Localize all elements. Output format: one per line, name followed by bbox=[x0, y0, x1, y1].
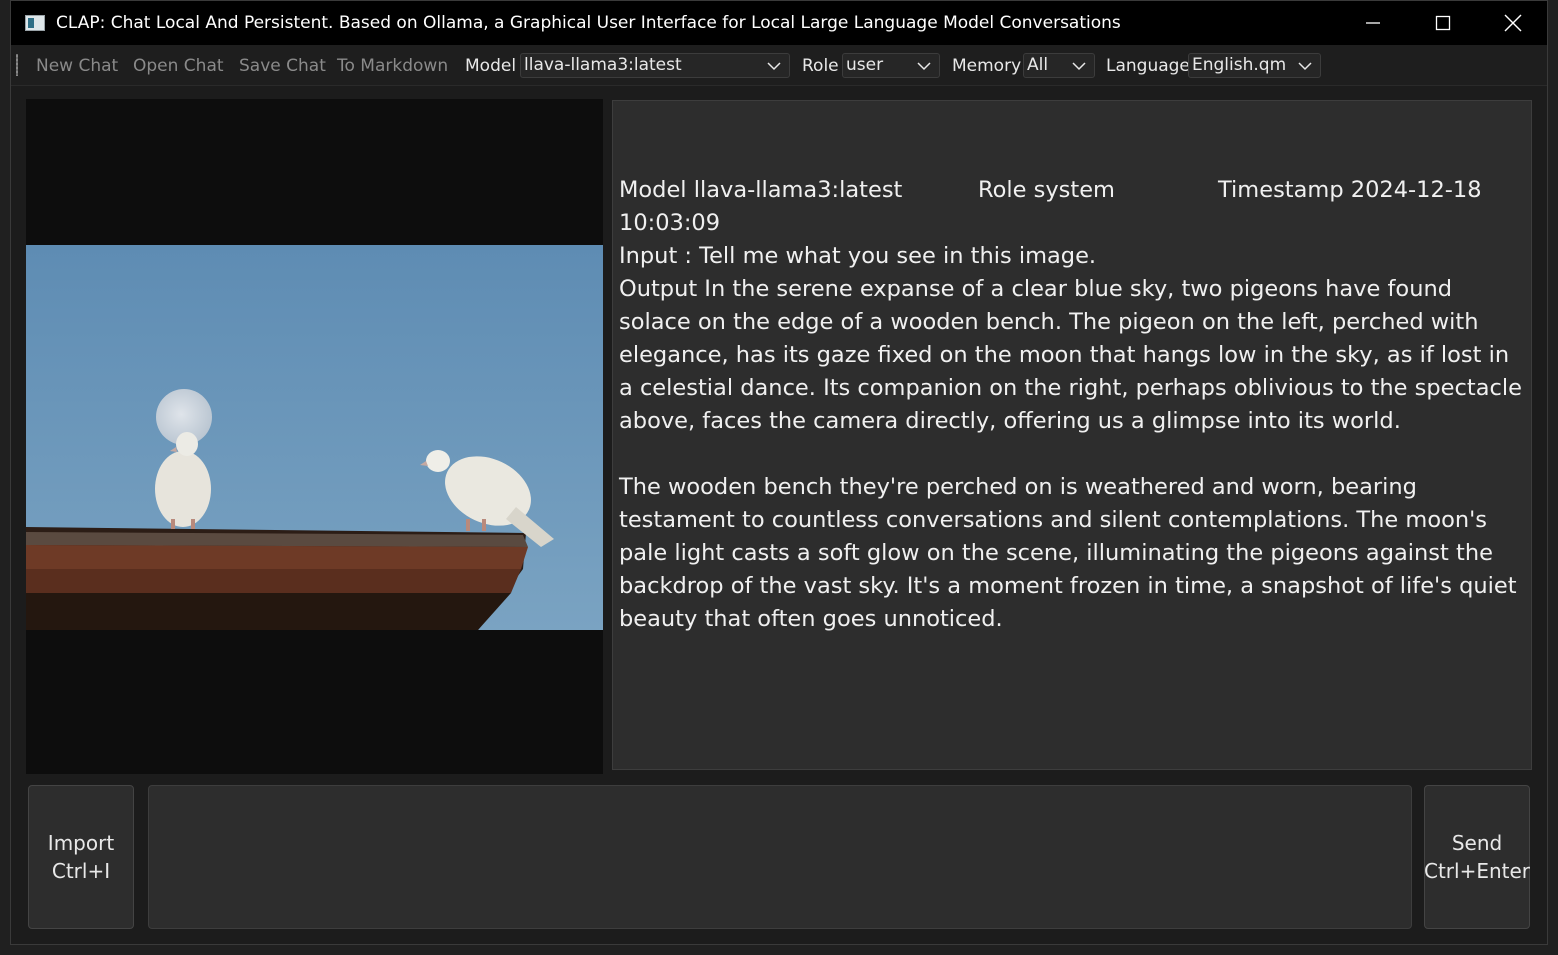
save-chat-button[interactable]: Save Chat bbox=[239, 56, 326, 76]
memory-label: Memory bbox=[952, 56, 1022, 76]
pigeons-photo bbox=[26, 245, 603, 630]
minimize-button[interactable] bbox=[1338, 1, 1408, 45]
import-button-label: Import bbox=[47, 831, 115, 855]
import-button[interactable]: Import Ctrl+I bbox=[28, 785, 134, 929]
message-input: Input : Tell me what you see in this ima… bbox=[619, 243, 1097, 269]
chevron-down-icon bbox=[767, 62, 781, 71]
chevron-down-icon bbox=[1072, 62, 1086, 71]
close-button[interactable] bbox=[1478, 1, 1548, 45]
message-input-field[interactable] bbox=[148, 785, 1412, 929]
send-button[interactable]: Send Ctrl+Enter bbox=[1424, 785, 1530, 929]
send-button-label: Send bbox=[1451, 831, 1503, 855]
new-chat-button[interactable]: New Chat bbox=[36, 56, 118, 76]
app-icon bbox=[25, 15, 45, 31]
message-timestamp-time: 10:03:09 bbox=[619, 210, 721, 236]
model-select-value: llava-llama3:latest bbox=[524, 55, 682, 75]
minimize-icon bbox=[1366, 22, 1380, 24]
chevron-down-icon bbox=[1298, 62, 1312, 71]
app-window: CLAP: Chat Local And Persistent. Based o… bbox=[10, 0, 1548, 945]
message-output-paragraph: The wooden bench they're perched on is w… bbox=[619, 474, 1517, 632]
image-preview-pane bbox=[26, 99, 603, 774]
role-select[interactable]: user bbox=[842, 53, 940, 78]
window-title: CLAP: Chat Local And Persistent. Based o… bbox=[56, 13, 1121, 33]
chat-output-pane[interactable]: Model llava-llama3:latest Role system Ti… bbox=[612, 100, 1532, 770]
chat-transcript: Model llava-llama3:latest Role system Ti… bbox=[619, 174, 1524, 636]
message-timestamp: Timestamp 2024-12-18 bbox=[1218, 177, 1482, 203]
maximize-button[interactable] bbox=[1408, 1, 1478, 45]
language-label: Language bbox=[1106, 56, 1190, 76]
role-select-value: user bbox=[846, 55, 884, 75]
role-label: Role bbox=[802, 56, 839, 76]
toolbar: New Chat Open Chat Save Chat To Markdown… bbox=[11, 45, 1547, 86]
maximize-icon bbox=[1435, 15, 1451, 31]
message-meta: Model llava-llama3:latest Role system Ti… bbox=[619, 174, 1524, 207]
import-button-shortcut: Ctrl+I bbox=[51, 859, 111, 883]
model-select[interactable]: llava-llama3:latest bbox=[520, 53, 790, 78]
message-output-paragraph: Output In the serene expanse of a clear … bbox=[619, 276, 1522, 434]
chevron-down-icon bbox=[917, 62, 931, 71]
close-icon bbox=[1504, 14, 1522, 32]
model-label: Model bbox=[465, 56, 517, 76]
open-chat-button[interactable]: Open Chat bbox=[133, 56, 224, 76]
language-select[interactable]: English.qm bbox=[1188, 53, 1321, 78]
send-button-shortcut: Ctrl+Enter bbox=[1423, 859, 1531, 883]
to-markdown-button[interactable]: To Markdown bbox=[337, 56, 448, 76]
toolbar-grip[interactable] bbox=[16, 54, 18, 76]
memory-select[interactable]: All bbox=[1023, 53, 1095, 78]
title-bar: CLAP: Chat Local And Persistent. Based o… bbox=[11, 1, 1547, 45]
message-model: Model llava-llama3:latest bbox=[619, 177, 903, 203]
message-role: Role system bbox=[978, 177, 1115, 203]
language-select-value: English.qm bbox=[1192, 55, 1287, 75]
memory-select-value: All bbox=[1027, 55, 1049, 75]
